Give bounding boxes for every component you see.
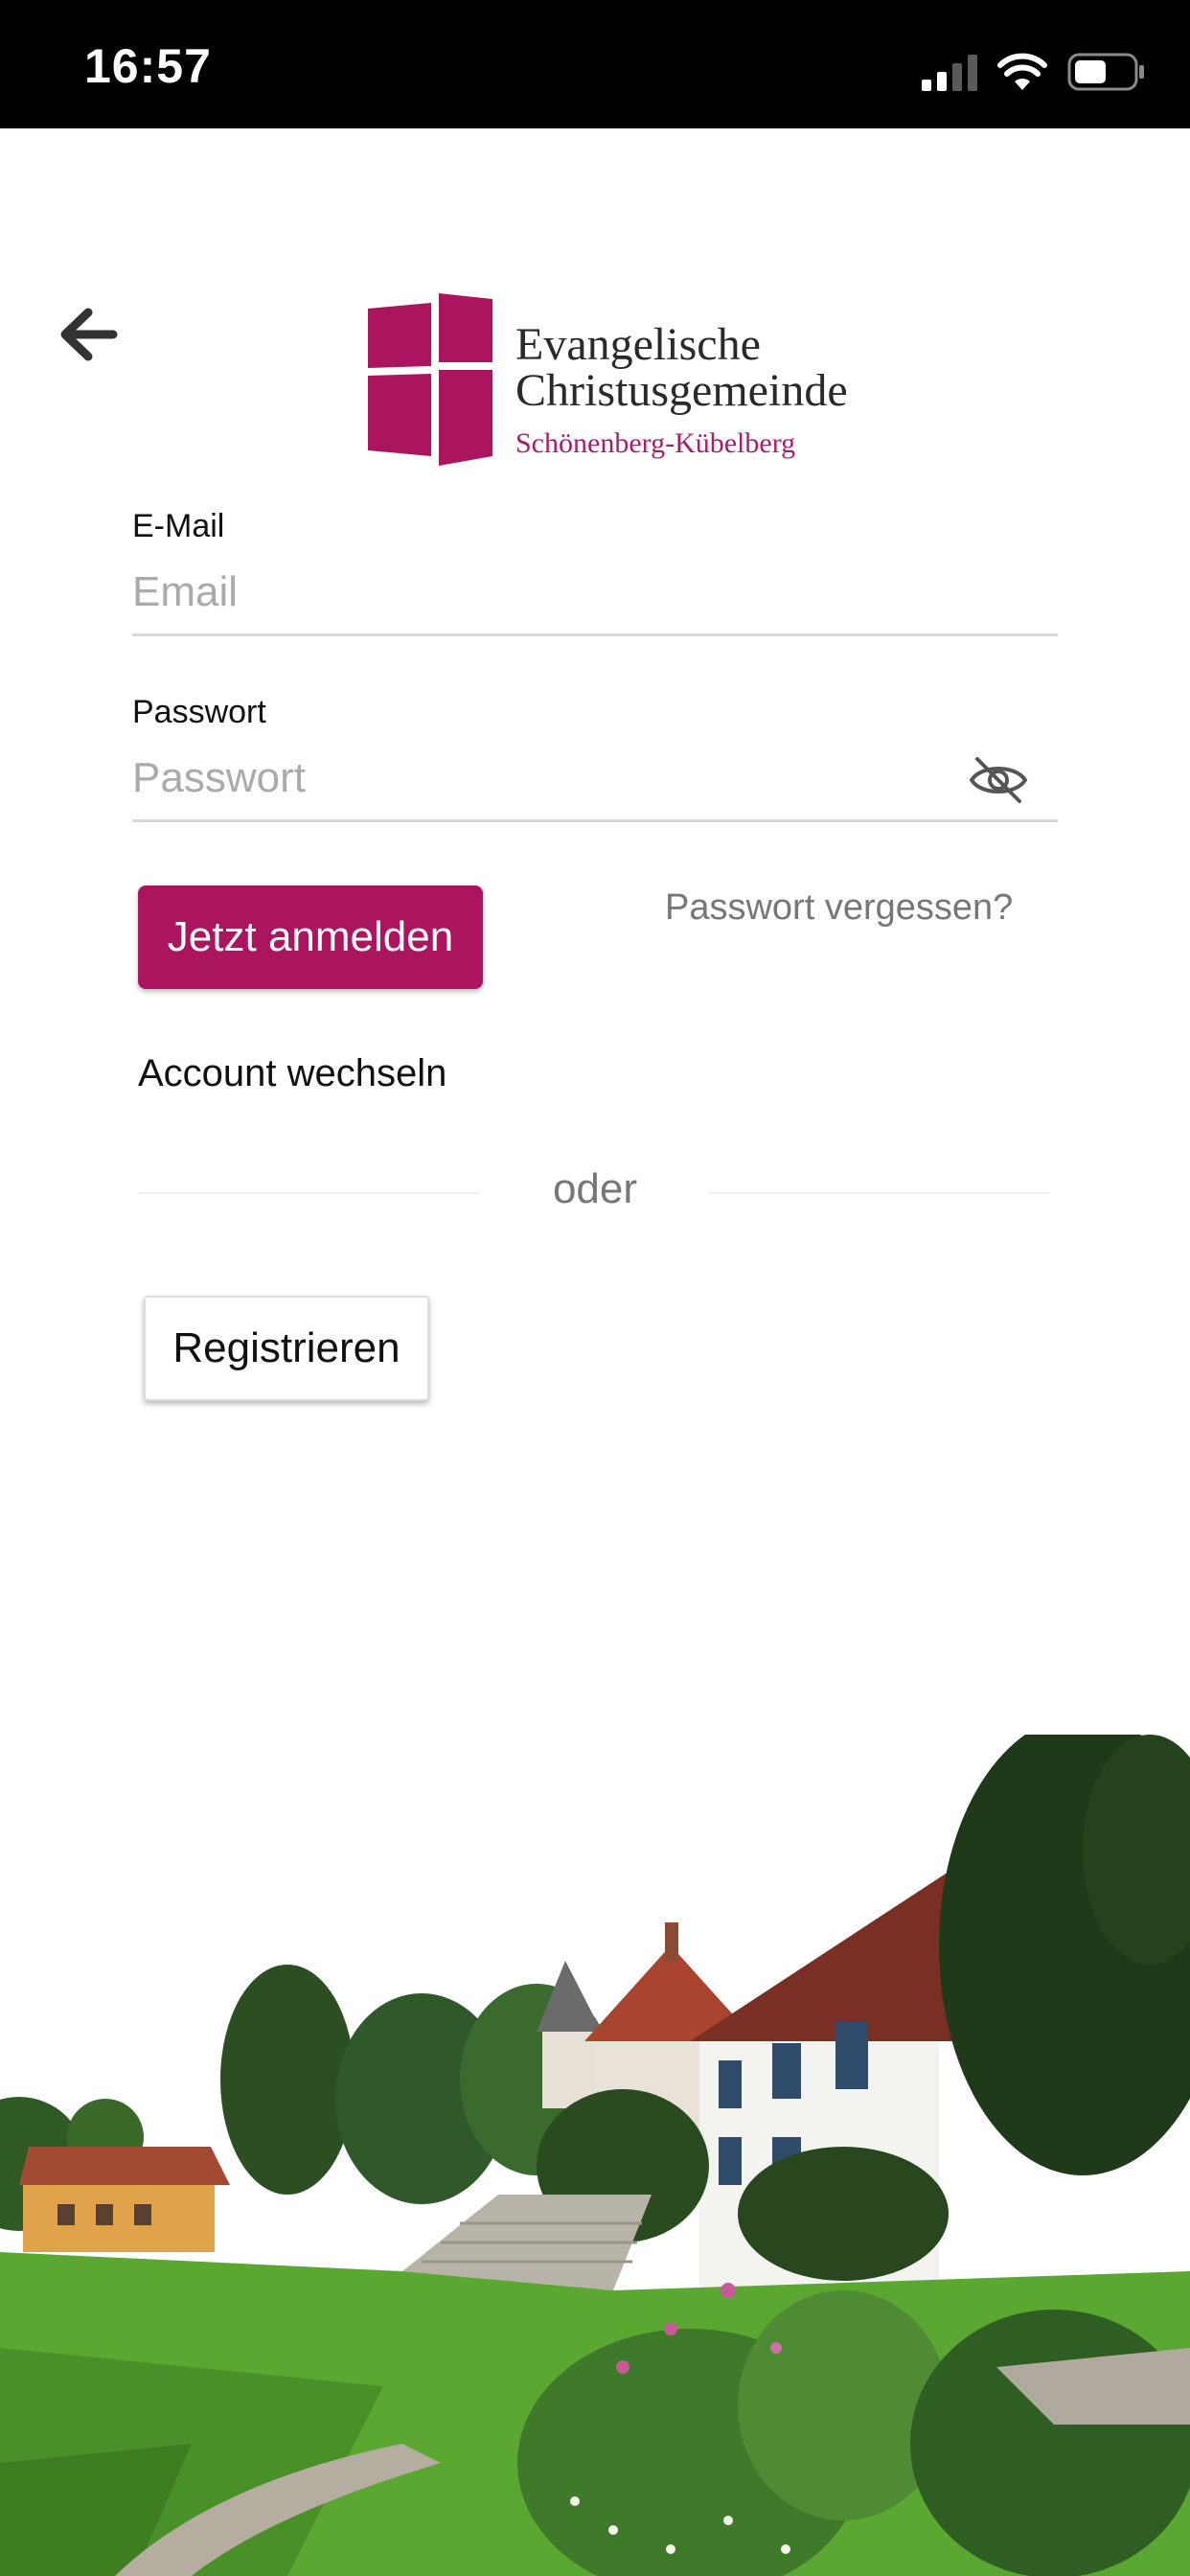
password-label: Passwort [132,694,266,730]
arrow-left-icon [60,308,118,361]
church-logo: Evangelische Christusgemeinde Schönenber… [368,293,848,475]
forgot-password-link[interactable]: Passwort vergessen? [665,887,1013,929]
switch-account-link[interactable]: Account wechseln [138,1052,446,1095]
cellular-signal-icon [922,55,977,91]
login-button[interactable]: Jetzt anmelden [138,886,483,989]
church-grounds-photo [0,1735,1190,2576]
email-input[interactable] [132,560,1058,636]
divider-text: oder [552,1165,638,1212]
logo-text-evangelische: Evangelische [515,319,761,370]
wifi-icon [997,53,1047,90]
cross-logo-icon [368,293,492,466]
logo-text-christusgemeinde: Christusgemeinde [515,365,848,416]
email-label: E-Mail [132,508,225,544]
back-button[interactable] [56,305,123,364]
status-bar: 16:57 [0,0,1190,128]
logo-text-location: Schönenberg-Kübelberg [515,427,796,459]
eye-slash-icon [969,757,1028,803]
password-visibility-toggle[interactable] [968,753,1029,807]
battery-icon [1067,53,1144,91]
register-button[interactable]: Registrieren [144,1296,429,1401]
status-icons [922,50,1146,94]
status-time: 16:57 [84,39,212,93]
divider-line-right [709,1192,1050,1194]
password-input[interactable] [132,746,1058,822]
divider-line-left [138,1192,479,1194]
